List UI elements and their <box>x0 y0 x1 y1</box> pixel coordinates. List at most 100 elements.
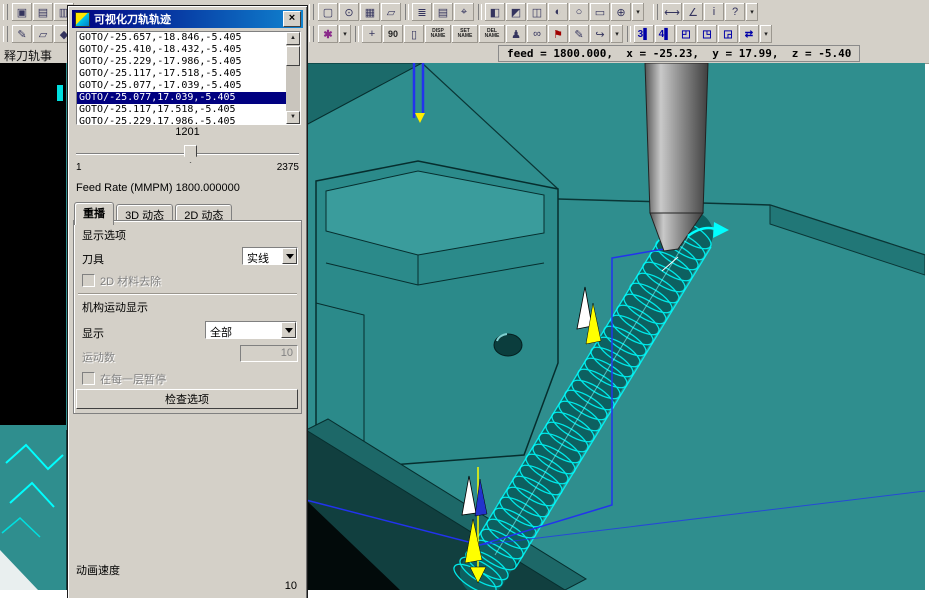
toolbar-group-view: ▢ ⊙ ▦ ▱ ≣ ▤ ⌖ ◧ ◩ ◫ ◐ ○ ▭ ⊕ ▾ <box>308 2 645 22</box>
fit-view-icon[interactable]: ▭ <box>590 3 610 21</box>
refresh-icon[interactable]: ✱ <box>318 25 338 43</box>
selection-box-icon[interactable]: ▢ <box>318 3 338 21</box>
left-viewport-strip <box>0 63 66 590</box>
info-icon[interactable]: i <box>704 3 724 21</box>
tool-label: 刀具 <box>82 254 104 266</box>
help-icon[interactable]: ? <box>725 3 745 21</box>
playback-slider-thumb[interactable] <box>184 145 197 163</box>
tool-display-combo[interactable]: 实线 <box>242 247 298 265</box>
set-name-button[interactable]: SET NAME <box>452 25 478 43</box>
tab-replay[interactable]: 重播 <box>74 202 114 225</box>
work-plane-icon[interactable]: ▱ <box>381 3 401 21</box>
toolbar-separator <box>478 4 482 20</box>
dialog-titlebar[interactable]: 可视化刀轨轨迹 × <box>72 10 303 28</box>
scroll-up-button[interactable]: ▲ <box>286 32 300 45</box>
grid-icon[interactable]: ▦ <box>360 3 380 21</box>
animation-speed-value: 10 <box>284 580 297 592</box>
toolbar-grip[interactable] <box>3 4 8 20</box>
scroll-down-button[interactable]: ▼ <box>286 111 300 124</box>
checkbox-icon <box>82 372 95 385</box>
measure-distance-icon[interactable]: ⟷ <box>662 3 682 21</box>
goto-line[interactable]: GOTO/-25.229,17.986,-5.405 <box>77 116 300 124</box>
datum-plane-icon[interactable]: ▱ <box>33 25 53 43</box>
dialog-tabs: 重播 3D 动态 2D 动态 <box>74 202 233 225</box>
dynamic-view-icon[interactable]: ▯ <box>404 25 424 43</box>
wcs-icon[interactable]: ⌖ <box>454 3 474 21</box>
list-scrollbar[interactable]: ▲ ▼ <box>286 32 300 124</box>
goto-line[interactable]: GOTO/-25.077,-17.039,-5.405 <box>77 80 300 92</box>
zoom-icon[interactable]: ⊕ <box>611 3 631 21</box>
layout-tr-icon[interactable]: ◳ <box>697 25 717 43</box>
goto-line[interactable]: GOTO/-25.117,17.518,-5.405 <box>77 104 300 116</box>
replay-tab-panel: 显示选项 刀具 实线 2D 材料去除 机构运动显示 显示 全部 运动数 10 在… <box>73 220 302 414</box>
layout-tl-icon[interactable]: ◰ <box>676 25 696 43</box>
delete-name-button[interactable]: DEL NAME <box>479 25 505 43</box>
show-combo[interactable]: 全部 <box>205 321 297 339</box>
goto-line[interactable]: GOTO/-25.117,-17.518,-5.405 <box>77 68 300 80</box>
dropdown-arrow-icon[interactable]: ▾ <box>746 3 758 21</box>
display-name-button[interactable]: DISP NAME <box>425 25 451 43</box>
close-button[interactable]: × <box>283 11 301 27</box>
view-iso-icon[interactable]: ◫ <box>527 3 547 21</box>
measure-angle-icon[interactable]: ∠ <box>683 3 703 21</box>
pause-each-layer-label: 在每一层暂停 <box>100 374 166 386</box>
dropdown-arrow-icon[interactable]: ▾ <box>611 25 623 43</box>
open-icon[interactable]: ▤ <box>33 3 53 21</box>
dialog-icon <box>75 11 90 27</box>
slider-min-label: 1 <box>76 162 82 173</box>
view-top-icon[interactable]: ◩ <box>506 3 526 21</box>
shaded-display-icon[interactable]: ◐ <box>548 3 568 21</box>
toolbar-separator <box>405 4 409 20</box>
dropdown-arrow-icon[interactable]: ▾ <box>760 25 772 43</box>
display-window-icon[interactable]: ▣ <box>12 3 32 21</box>
goto-line[interactable]: GOTO/-25.410,-18.432,-5.405 <box>77 44 300 56</box>
layout-br-icon[interactable]: ◲ <box>718 25 738 43</box>
motion-count-field: 10 <box>240 345 298 362</box>
goto-line[interactable]: GOTO/-25.657,-18.846,-5.405 <box>77 32 300 44</box>
prompt-text: 释刀轨事 <box>4 49 53 63</box>
material-removal-label: 2D 材料去除 <box>100 276 162 288</box>
goto-line[interactable]: GOTO/-25.229,-17.986,-5.405 <box>77 56 300 68</box>
stereo-glasses-icon[interactable]: ∞ <box>527 25 547 43</box>
slider-max-label: 2375 <box>276 162 299 173</box>
rotate-view-90-icon[interactable]: 90 <box>383 25 403 43</box>
three-view-icon[interactable]: 3▌ <box>634 25 654 43</box>
goto-line-selected[interactable]: GOTO/-25.077,17.039,-5.405 <box>77 92 300 104</box>
pan-icon[interactable]: + <box>362 25 382 43</box>
swap-views-icon[interactable]: ⇄ <box>739 25 759 43</box>
layer-visibility-icon[interactable]: ▤ <box>433 3 453 21</box>
toolbar-grip[interactable] <box>3 26 8 42</box>
scrollbar-thumb[interactable] <box>286 46 300 66</box>
snap-point-icon[interactable]: ⊙ <box>339 3 359 21</box>
light-icon[interactable]: ♟ <box>506 25 526 43</box>
current-line-number: 1201 <box>175 126 200 138</box>
layer-settings-icon[interactable]: ≣ <box>412 3 432 21</box>
toolbar-grip[interactable] <box>653 4 658 20</box>
four-view-icon[interactable]: 4▌ <box>655 25 675 43</box>
animation-speed-label: 动画速度 <box>76 565 120 577</box>
check-options-button[interactable]: 检查选项 <box>76 389 298 409</box>
toolbar-grip[interactable] <box>309 26 314 42</box>
sketch-icon[interactable]: ✎ <box>12 25 32 43</box>
flag-icon[interactable]: ⚑ <box>548 25 568 43</box>
view-front-icon[interactable]: ◧ <box>485 3 505 21</box>
checkbox-icon <box>82 274 95 287</box>
group-separator <box>78 293 297 295</box>
dropdown-arrow-icon[interactable]: ▾ <box>339 25 351 43</box>
toolpath-visualization-dialog: 可视化刀轨轨迹 × GOTO/-25.657,-18.846,-5.405 GO… <box>67 5 308 598</box>
wireframe-display-icon[interactable]: ○ <box>569 3 589 21</box>
application-window: ▣ ▤ ▥ ▢ ⊙ ▦ ▱ ≣ ▤ ⌖ ◧ ◩ ◫ ◐ ○ ▭ ⊕ ▾ ⟷ ∠ … <box>0 0 929 598</box>
jump-arrow-icon[interactable]: ↪ <box>590 25 610 43</box>
toolbar-grip[interactable] <box>309 4 314 20</box>
combo-dropdown-icon[interactable] <box>282 248 297 264</box>
goto-list[interactable]: GOTO/-25.657,-18.846,-5.405 GOTO/-25.410… <box>76 31 301 125</box>
toolbar-group-analysis: ⟷ ∠ i ? ▾ <box>652 2 759 22</box>
position-readout: feed = 1800.000, x = -25.23, y = 17.99, … <box>498 45 861 62</box>
toolbar-group-modeling: ✎ ▱ ◆ <box>2 24 75 44</box>
combo-dropdown-icon[interactable] <box>281 322 296 338</box>
dropdown-arrow-icon[interactable]: ▾ <box>632 3 644 21</box>
toolbar-group-view-tools: ✱ ▾ + 90 ▯ DISP NAME SET NAME DEL NAME ♟… <box>308 24 773 44</box>
toolbar-group-file: ▣ ▤ ▥ <box>2 2 75 22</box>
fixture-block <box>315 160 559 468</box>
annotate-icon[interactable]: ✎ <box>569 25 589 43</box>
